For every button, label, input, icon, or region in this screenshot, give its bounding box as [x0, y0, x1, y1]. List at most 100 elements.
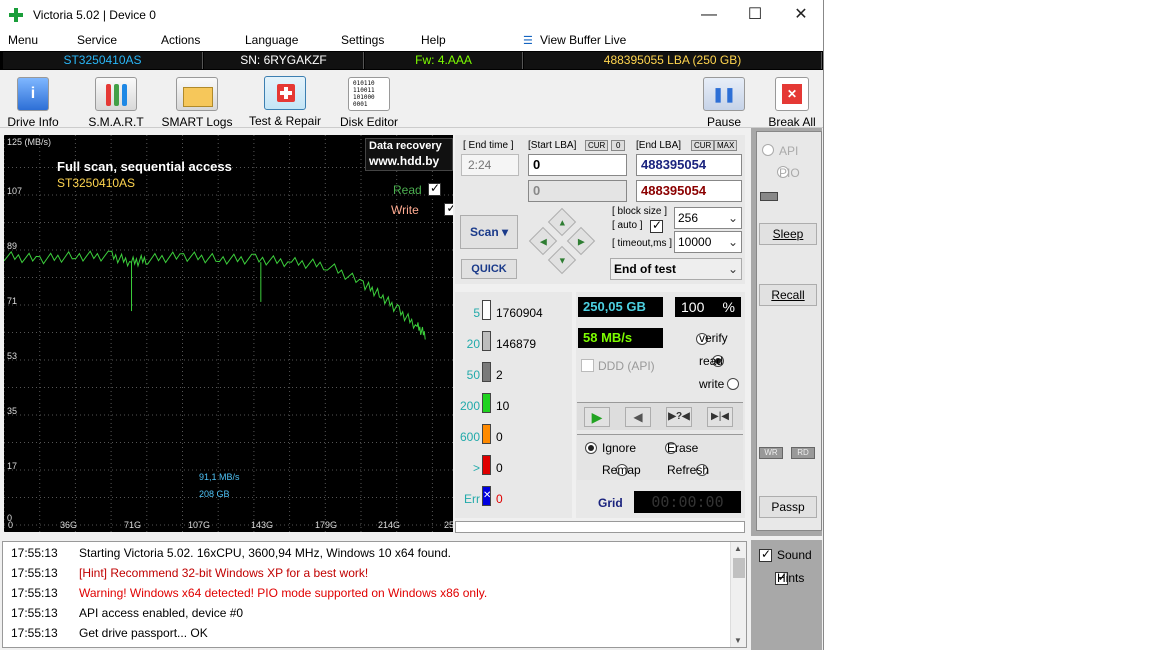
stat-color-box: [482, 455, 491, 475]
block-stats-panel: 5 1760904 20 146879 50 2 200 10 600 0 >0 Err ✕ 0: [455, 292, 572, 518]
menu-menu[interactable]: Menu: [8, 33, 38, 47]
arrow-right-icon[interactable]: ▶: [566, 226, 596, 256]
log-scrollbar[interactable]: ▲ ▼: [730, 542, 746, 647]
end-action-select[interactable]: End of test ⌄: [610, 258, 742, 280]
block-size-select[interactable]: 256 ⌄: [674, 207, 742, 229]
timeout-select[interactable]: 10000 ⌄: [674, 231, 742, 253]
auto-checkbox[interactable]: [650, 218, 663, 233]
skip-unknown-icon[interactable]: ▶?◀: [666, 407, 692, 427]
drive-serial: SN: 6RYGAKZF: [204, 52, 364, 69]
pio-label: PIO: [779, 166, 800, 180]
test-repair-button[interactable]: Test & Repair: [245, 73, 325, 128]
drive-info-label: Drive Info: [7, 115, 59, 129]
start-lba-input[interactable]: 0: [528, 154, 627, 176]
smart-logs-label: SMART Logs: [161, 115, 233, 129]
hints-label: Hints: [777, 571, 805, 585]
stat-count: 146879: [496, 337, 537, 351]
minimize-button[interactable]: —: [686, 0, 732, 31]
drive-firmware: Fw: 4.AAA: [365, 52, 523, 69]
stat-color-box: [482, 393, 491, 413]
ddd-checkbox[interactable]: [581, 359, 594, 372]
y-tick-label: 71: [7, 296, 18, 307]
sleep-button[interactable]: Sleep: [759, 223, 817, 245]
event-log[interactable]: ▲ ▼ 17:55:13 Starting Victoria 5.02. 16xC…: [2, 541, 747, 648]
data-recovery-badge[interactable]: Data recovery www.hdd.by: [365, 138, 453, 171]
arrow-left-icon[interactable]: ◀: [528, 226, 558, 256]
pause-button[interactable]: ❚❚ Pause: [700, 74, 748, 129]
graph-title: Full scan, sequential access: [57, 159, 232, 174]
read-legend: Read: [393, 183, 422, 197]
stat-threshold: >: [472, 461, 480, 475]
menu-language[interactable]: Language: [245, 33, 298, 47]
end-lba-input[interactable]: 488395054: [636, 154, 742, 176]
progress-panel: 250,05 GB 100% 58 MB/s DDD (API) verify …: [576, 292, 745, 518]
ddd-label: DDD (API): [598, 359, 655, 373]
sound-checkbox[interactable]: [759, 547, 772, 562]
scanned-size: 250,05 GB: [578, 297, 663, 317]
elapsed-timer: 00:00:00: [634, 491, 741, 513]
menu-view-buffer[interactable]: View Buffer Live: [540, 33, 626, 47]
play-icon[interactable]: ▶: [584, 407, 610, 427]
rewind-icon[interactable]: ◀: [625, 407, 651, 427]
menu-actions[interactable]: Actions: [161, 33, 200, 47]
break-all-button[interactable]: ✕ Break All: [766, 74, 818, 129]
percent-sign: %: [722, 299, 735, 315]
end-max-button[interactable]: MAX: [714, 140, 738, 151]
api-radio[interactable]: [762, 144, 774, 156]
break-all-label: Break All: [768, 115, 816, 129]
current-speed: 58 MB/s: [578, 328, 663, 348]
arrow-down-icon[interactable]: ▼: [547, 245, 577, 275]
scroll-thumb[interactable]: [733, 558, 745, 578]
end-cur-button[interactable]: CUR: [691, 140, 715, 151]
ignore-label: Ignore: [602, 441, 637, 455]
x-tick-label: 214G: [378, 520, 401, 530]
read-checkbox[interactable]: [428, 181, 441, 196]
recall-button[interactable]: Recall: [759, 284, 817, 306]
smart-button[interactable]: S.M.A.R.T: [84, 74, 148, 129]
timeout-value: 10000: [678, 235, 712, 249]
close-button[interactable]: ✕: [778, 0, 823, 31]
scroll-up-icon[interactable]: ▲: [734, 544, 742, 553]
ignore-radio[interactable]: [585, 442, 597, 454]
start-cur-button[interactable]: CUR: [585, 140, 609, 151]
menu-settings[interactable]: Settings: [341, 33, 384, 47]
scan-button[interactable]: Scan ▾: [460, 215, 518, 249]
side-panel: API PIO Sleep Recall WR RD Passp: [751, 128, 822, 536]
log-timestamp: 17:55:13: [11, 546, 58, 560]
skip-end-icon[interactable]: ▶|◀: [707, 407, 733, 427]
write-checkbox[interactable]: [444, 201, 453, 216]
x-tick-label: 71G: [124, 520, 142, 530]
write-legend: Write: [391, 203, 419, 217]
end-time-input[interactable]: 2:24: [461, 154, 519, 176]
info-icon: i: [17, 77, 49, 111]
window-title: Victoria 5.02 | Device 0: [33, 8, 156, 22]
status-led: [760, 192, 778, 201]
arrow-up-icon[interactable]: ▲: [547, 207, 577, 237]
menu-help[interactable]: Help: [421, 33, 446, 47]
y-tick-label: 53: [7, 351, 18, 362]
badge-line-2: www.hdd.by: [369, 154, 440, 168]
scroll-down-icon[interactable]: ▼: [734, 636, 742, 645]
stat-threshold: 50: [466, 368, 480, 382]
test-tubes-icon: [95, 77, 137, 111]
progress-percent: 100%: [675, 297, 741, 317]
scan-label: Scan: [469, 225, 499, 239]
y-tick-label: 17: [7, 461, 18, 472]
write-radio[interactable]: [727, 378, 740, 390]
stat-count: 0: [496, 492, 503, 506]
maximize-button[interactable]: ☐: [732, 0, 778, 31]
api-label: API: [779, 144, 799, 158]
menu-service[interactable]: Service: [77, 33, 117, 47]
menu-bar: Menu Service Actions Language Settings H…: [0, 31, 823, 51]
scan-progress-bar: [455, 521, 745, 533]
speed-graph: 125 (MB/s) Full scan, sequential access …: [4, 135, 453, 532]
list-icon: ☰: [523, 35, 533, 47]
start-zero-button[interactable]: 0: [611, 140, 626, 151]
quick-button[interactable]: QUICK: [461, 259, 517, 279]
end-time-label: [ End time ]: [463, 140, 514, 151]
disk-editor-button[interactable]: 010110 110011 101000 0001 Disk Editor: [338, 74, 400, 129]
drive-info-button[interactable]: i Drive Info: [4, 74, 62, 129]
passp-button[interactable]: Passp: [759, 496, 817, 518]
log-row: 17:55:13 API access enabled, device #0: [11, 606, 243, 620]
smart-logs-button[interactable]: SMART Logs: [160, 74, 234, 129]
